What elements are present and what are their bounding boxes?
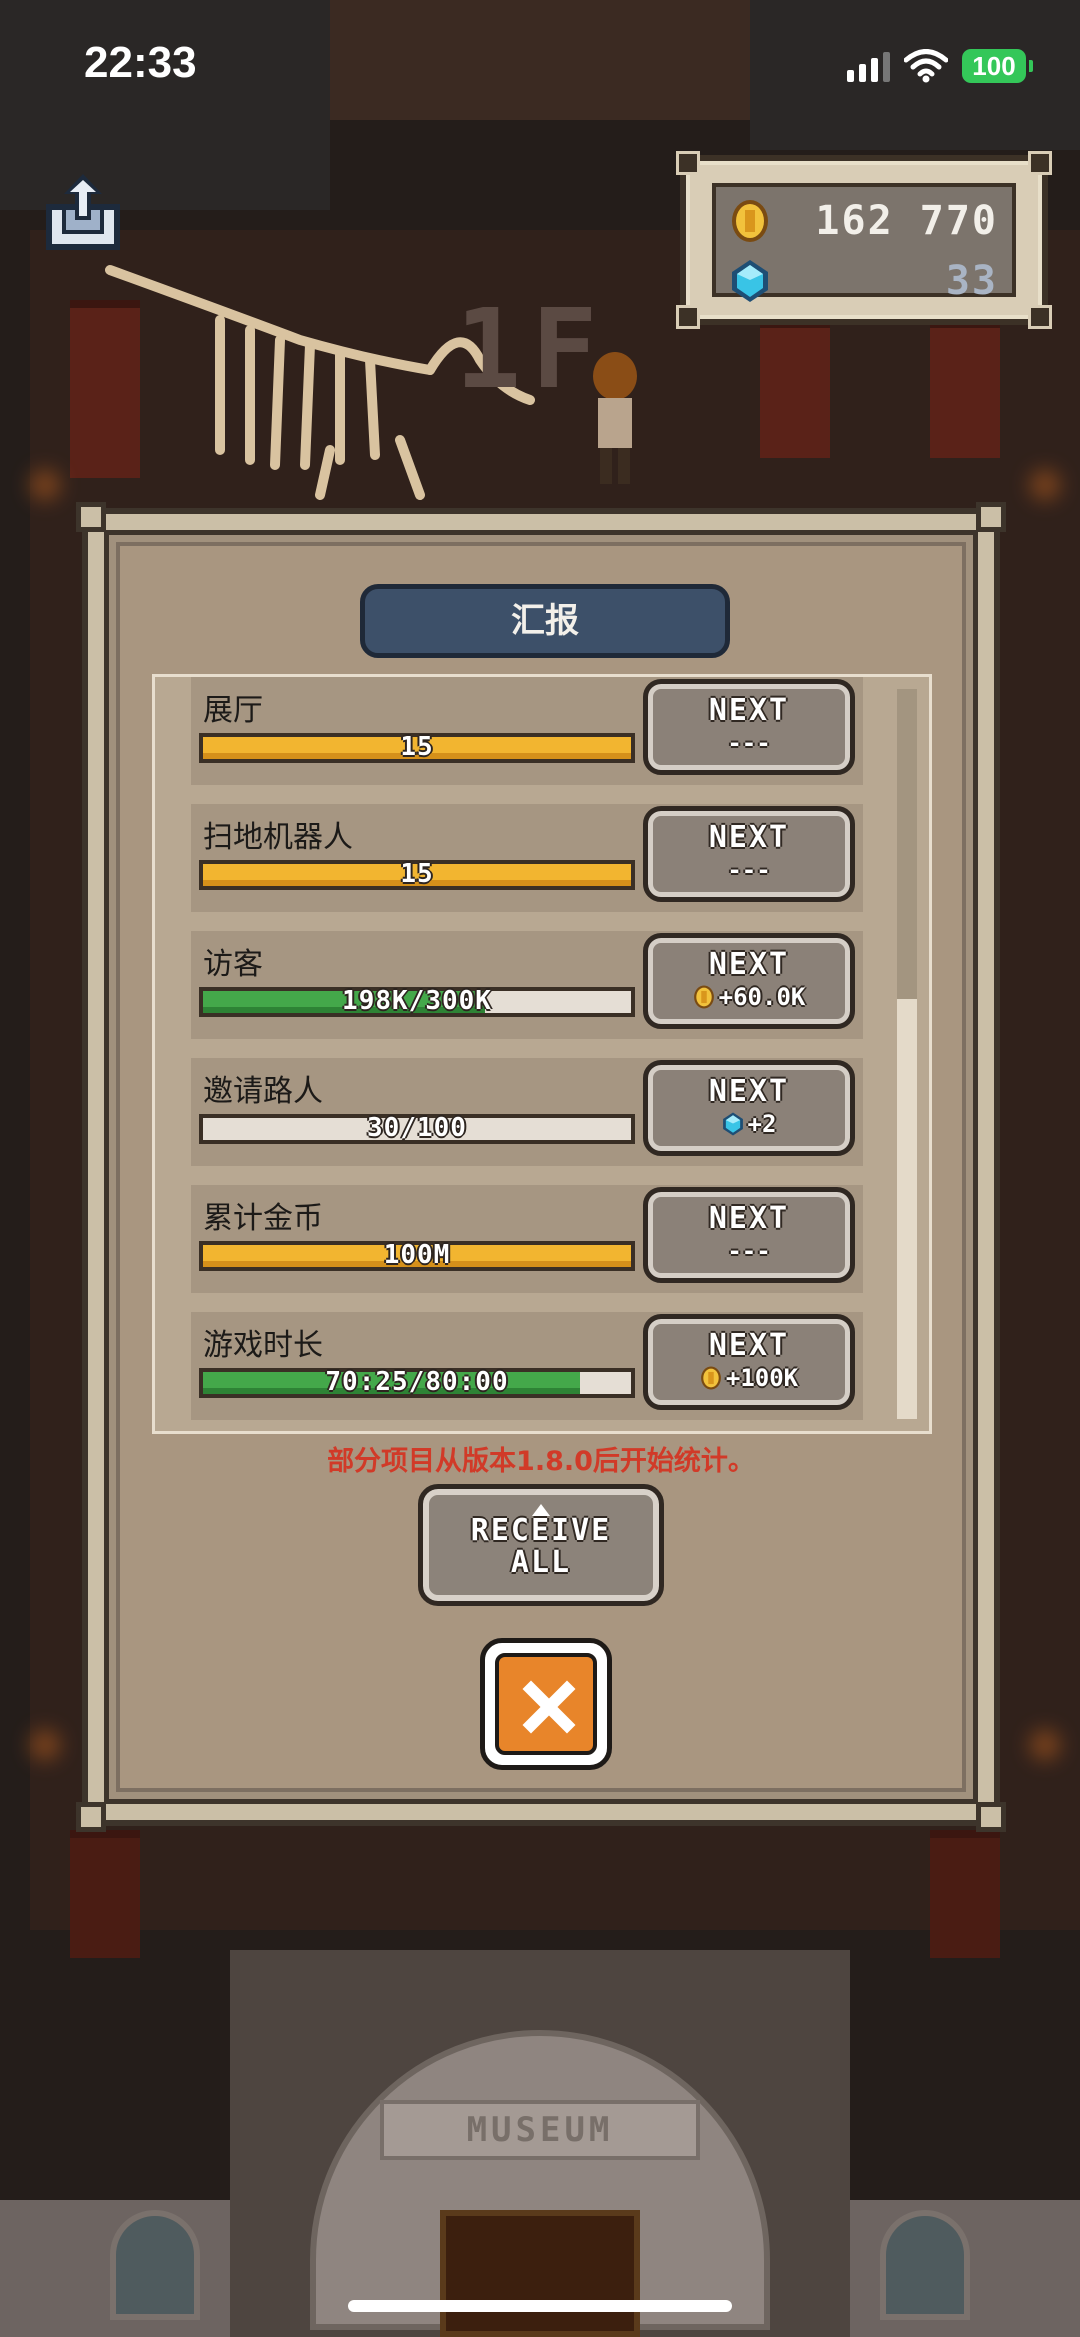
window	[880, 2210, 970, 2320]
progress-text: 100M	[383, 1240, 451, 1270]
close-button[interactable]	[480, 1638, 612, 1770]
coin-balance: 162 770	[716, 193, 1012, 249]
share-icon	[46, 174, 120, 250]
item-label: 游戏时长	[203, 1328, 323, 1363]
reward-text: ---	[727, 856, 771, 884]
reward-value: +60.0K	[648, 982, 850, 1012]
report-item: 累计金币 100M NEXT ---	[191, 1185, 863, 1293]
cellular-signal-icon	[847, 50, 890, 82]
reward-value: ---	[648, 855, 850, 885]
next-label: NEXT	[708, 1328, 790, 1363]
battery-indicator: 100	[962, 49, 1033, 83]
blue-gem-icon	[732, 260, 768, 302]
progress-bar: 100M	[199, 1240, 635, 1271]
progress-text: 30/100	[367, 1113, 467, 1143]
report-dialog: 汇报 展厅 15 NEXT --- 扫地机器人 15 NEXT --- 访客 198K/300K N…	[76, 502, 1006, 1832]
next-reward-button[interactable]: NEXT +2	[643, 1060, 855, 1156]
next-label: NEXT	[708, 693, 790, 728]
item-label: 扫地机器人	[203, 820, 353, 855]
progress-bar: 198K/300K	[199, 986, 635, 1017]
museum-sign: MUSEUM	[380, 2100, 700, 2160]
progress-text: 70:25/80:00	[325, 1367, 509, 1397]
home-indicator[interactable]	[348, 2300, 732, 2312]
reward-text: +2	[747, 1110, 777, 1138]
status-icons: 100	[847, 46, 1033, 86]
progress-bar: 30/100	[199, 1113, 635, 1144]
report-item: 展厅 15 NEXT ---	[191, 677, 863, 785]
item-label: 邀请路人	[203, 1074, 323, 1109]
blue-gem-icon	[722, 1112, 743, 1136]
close-icon	[522, 1680, 576, 1734]
reward-value: ---	[648, 728, 850, 758]
player-character	[593, 352, 637, 484]
progress-text: 15	[400, 732, 434, 762]
next-label: NEXT	[708, 1074, 790, 1109]
share-button[interactable]	[40, 170, 126, 256]
scrollbar[interactable]	[897, 689, 917, 1419]
reward-text: ---	[727, 729, 771, 757]
museum-door	[440, 2210, 640, 2337]
reward-value: +100K	[648, 1363, 850, 1393]
next-reward-button[interactable]: NEXT ---	[643, 1187, 855, 1283]
dialog-title: 汇报	[360, 584, 730, 658]
item-label: 访客	[203, 947, 263, 982]
gold-coin-icon	[732, 200, 768, 242]
museum-entrance: MUSEUM	[230, 1950, 850, 2337]
next-reward-button[interactable]: NEXT +60.0K	[643, 933, 855, 1029]
next-reward-button[interactable]: NEXT ---	[643, 679, 855, 775]
wifi-icon	[904, 49, 948, 83]
coin-count: 162 770	[815, 198, 998, 244]
reward-text: ---	[727, 1237, 771, 1265]
item-label: 展厅	[203, 693, 263, 728]
progress-bar: 15	[199, 732, 635, 763]
reward-value: +2	[648, 1109, 850, 1139]
report-item: 访客 198K/300K NEXT +60.0K	[191, 931, 863, 1039]
item-label: 累计金币	[203, 1201, 323, 1236]
progress-text: 15	[400, 859, 434, 889]
progress-bar: 15	[199, 859, 635, 890]
report-item: 扫地机器人 15 NEXT ---	[191, 804, 863, 912]
receive-all-label: RECEIVE ALL	[470, 1513, 612, 1580]
report-list[interactable]: 展厅 15 NEXT --- 扫地机器人 15 NEXT --- 访客 198K/300K NEXT…	[152, 674, 932, 1434]
window	[110, 2210, 200, 2320]
next-label: NEXT	[708, 820, 790, 855]
status-time: 22:33	[84, 38, 197, 87]
gold-coin-icon	[693, 985, 714, 1009]
currency-panel: 162 770 33	[676, 151, 1052, 329]
reward-value: ---	[648, 1236, 850, 1266]
next-label: NEXT	[708, 947, 790, 982]
version-note: 部分项目从版本1.8.0后开始统计。	[327, 1446, 755, 1477]
scrollbar-thumb[interactable]	[897, 999, 917, 1419]
next-reward-button[interactable]: NEXT +100K	[643, 1314, 855, 1410]
progress-text: 198K/300K	[342, 986, 492, 1016]
floor-sign: 1F	[455, 285, 608, 413]
next-label: NEXT	[708, 1201, 790, 1236]
receive-all-button[interactable]: RECEIVE ALL	[418, 1484, 664, 1606]
gold-coin-icon	[700, 1366, 721, 1390]
next-reward-button[interactable]: NEXT ---	[643, 806, 855, 902]
report-item: 邀请路人 30/100 NEXT +2	[191, 1058, 863, 1166]
reward-text: +60.0K	[718, 983, 806, 1011]
report-item: 游戏时长 70:25/80:00 NEXT +100K	[191, 1312, 863, 1420]
gem-balance: 33	[716, 253, 1012, 309]
reward-text: +100K	[725, 1364, 799, 1392]
progress-bar: 70:25/80:00	[199, 1367, 635, 1398]
gem-count: 33	[945, 258, 998, 304]
